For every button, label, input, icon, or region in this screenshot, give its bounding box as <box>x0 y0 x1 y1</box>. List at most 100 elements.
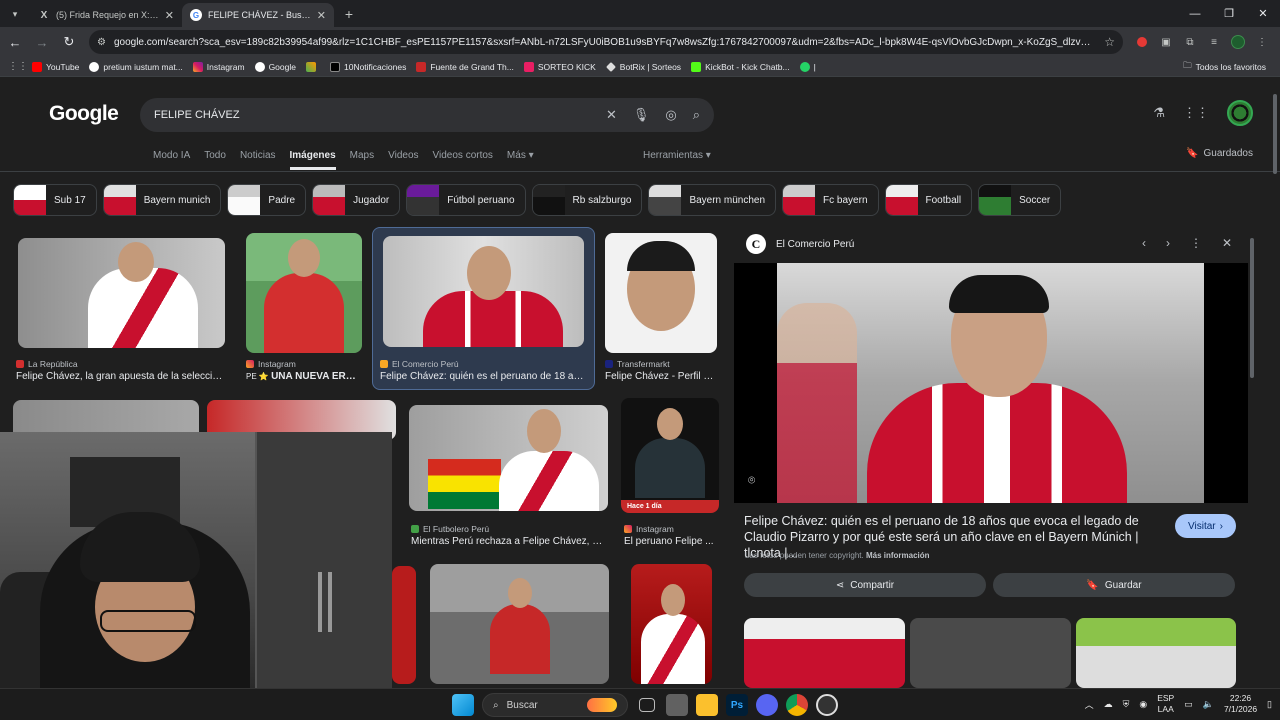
saved-link[interactable]: 🔖 Guardados <box>1186 148 1253 159</box>
bookmark-whatsapp[interactable]: | <box>799 61 816 72</box>
tab-modo-ia[interactable]: Modo IA <box>153 150 190 170</box>
chip-bayern-munchen[interactable]: Bayern münchen <box>648 184 777 216</box>
profile-avatar[interactable] <box>1231 35 1245 49</box>
lens-icon[interactable]: ◎ <box>665 107 676 123</box>
tab-videos-cortos[interactable]: Videos cortos <box>433 150 493 170</box>
back-arrow-icon[interactable]: ← <box>3 30 27 54</box>
tab-noticias[interactable]: Noticias <box>240 150 276 170</box>
bookmark-10notificaciones[interactable]: 10Notificaciones <box>329 61 406 72</box>
result-caption[interactable]: Felipe Chávez - Perfil d... <box>605 371 717 382</box>
panel-source[interactable]: C El Comercio Perú <box>746 234 854 254</box>
chip-sub-17[interactable]: Sub 17 <box>13 184 97 216</box>
task-view-icon[interactable] <box>639 698 655 712</box>
bookmark-sorteo-kick[interactable]: SORTEO KICK <box>523 61 596 72</box>
result-image-transfermarkt[interactable] <box>605 233 717 353</box>
url-text[interactable]: google.com/search?sca_esv=189c82b39954af… <box>114 37 1096 48</box>
bookmark-instagram[interactable]: Instagram <box>192 61 245 72</box>
network-tray-icon[interactable]: ◉ <box>1139 699 1147 710</box>
chrome-menu-icon[interactable]: ⋮ <box>1255 35 1269 49</box>
more-options-icon[interactable]: ⋮ <box>1190 236 1202 250</box>
labs-flask-icon[interactable]: ⚗ <box>1153 105 1165 121</box>
chip-padre[interactable]: Padre <box>227 184 307 216</box>
search-box[interactable]: FELIPE CHÁVEZ ✕ 🎙 ◎ ⌕ <box>140 98 714 132</box>
result-caption[interactable]: Felipe Chávez, la gran apuesta de la sel… <box>16 371 226 382</box>
result-image-la-republica[interactable] <box>18 238 225 348</box>
file-explorer-icon[interactable] <box>696 694 718 716</box>
photoshop-icon[interactable]: Ps <box>726 694 748 716</box>
bookmark-kickbot[interactable]: KickBot - Kick Chatb... <box>691 61 790 72</box>
app-icon[interactable] <box>666 694 688 716</box>
search-icon[interactable]: ⌕ <box>693 107 700 123</box>
preview-image[interactable]: ⌾ <box>734 263 1248 503</box>
new-tab-button[interactable]: + <box>338 3 360 25</box>
bookmark-botrix[interactable]: BotRix | Sorteos <box>605 62 681 72</box>
reload-icon[interactable]: ↻ <box>57 30 81 54</box>
record-extension-icon[interactable] <box>1135 35 1149 49</box>
bookmark-star-icon[interactable]: ☆ <box>1104 35 1115 49</box>
obs-icon[interactable] <box>816 694 838 716</box>
notifications-icon[interactable]: ▯ <box>1267 699 1272 710</box>
share-button[interactable]: ⋖ Compartir <box>744 573 986 597</box>
tools-dropdown[interactable]: Herramientas ▾ <box>643 150 711 161</box>
search-input[interactable]: FELIPE CHÁVEZ <box>154 109 590 121</box>
chip-bayern-munich[interactable]: Bayern munich <box>102 184 222 216</box>
related-image[interactable] <box>1076 618 1236 688</box>
all-bookmarks[interactable]: 🗀 Todos los favoritos <box>1183 60 1266 74</box>
bookmark-youtube[interactable]: YouTube <box>32 61 79 72</box>
bookmark-pretium[interactable]: pretium iustum mat... <box>89 61 183 72</box>
microphone-icon[interactable]: 🎙 <box>633 107 650 123</box>
result-image-row3-c[interactable] <box>631 564 712 684</box>
result-caption[interactable]: El peruano Felipe ... <box>624 536 716 547</box>
apps-grid-icon[interactable]: ⋮⋮ <box>8 61 28 72</box>
close-tab-icon[interactable]: ✕ <box>317 9 326 22</box>
onedrive-icon[interactable]: ☁ <box>1104 699 1113 710</box>
related-image[interactable] <box>910 618 1071 688</box>
bookmark-unnamed[interactable] <box>305 61 320 72</box>
visit-button[interactable]: Visitar › <box>1175 514 1236 538</box>
chip-fc-bayern[interactable]: Fc bayern <box>782 184 879 216</box>
tab-todo[interactable]: Todo <box>204 150 226 170</box>
windows-start-icon[interactable] <box>452 694 474 716</box>
show-hidden-icons-icon[interactable]: ︿ <box>1085 698 1094 711</box>
result-image-el-comercio[interactable] <box>383 236 584 347</box>
chip-futbol-peruano[interactable]: Fútbol peruano <box>406 184 526 216</box>
display-icon[interactable]: ▭ <box>1184 699 1193 710</box>
extension-icon[interactable]: ▣ <box>1159 35 1173 49</box>
close-tab-icon[interactable]: ✕ <box>165 9 174 22</box>
scrollbar-thumb[interactable] <box>1273 94 1277 174</box>
tab-search-menu-icon[interactable]: ▾ <box>4 3 26 25</box>
tab-imagenes[interactable]: Imágenes <box>289 150 336 170</box>
taskbar-search[interactable]: ⌕ Buscar <box>482 693 628 717</box>
page-scrollbar[interactable] <box>1272 86 1278 686</box>
panel-scrollbar[interactable] <box>1249 228 1255 678</box>
restore-icon[interactable]: ❐ <box>1212 0 1246 27</box>
result-image-row3-b[interactable] <box>430 564 609 684</box>
chrome-icon[interactable] <box>786 694 808 716</box>
tab-maps[interactable]: Maps <box>350 150 374 170</box>
chip-rb-salzburgo[interactable]: Rb salzburgo <box>531 184 643 216</box>
result-image-row3-a[interactable] <box>392 566 416 684</box>
account-avatar[interactable] <box>1227 100 1253 126</box>
browser-tab-google[interactable]: G FELIPE CHÁVEZ - Buscar con Go ✕ <box>182 3 334 27</box>
close-icon[interactable]: ✕ <box>1222 236 1232 250</box>
security-icon[interactable]: ⛨ <box>1123 699 1130 710</box>
chip-football[interactable]: Football <box>884 184 973 216</box>
volume-icon[interactable]: 🔈 <box>1203 699 1214 710</box>
result-image-instagram[interactable] <box>246 233 362 353</box>
address-bar[interactable]: ⚙ google.com/search?sca_esv=189c82b39954… <box>89 30 1123 54</box>
result-image-el-futbolero[interactable] <box>409 405 608 511</box>
tab-mas[interactable]: Más ▾ <box>507 150 534 170</box>
chip-jugador[interactable]: Jugador <box>312 184 401 216</box>
bookmark-google[interactable]: Google <box>254 61 296 72</box>
reading-list-icon[interactable]: ≡ <box>1207 35 1221 49</box>
discord-icon[interactable] <box>756 694 778 716</box>
more-info-link[interactable]: Más información <box>866 551 930 560</box>
result-caption[interactable]: Mientras Perú rechaza a Felipe Chávez, B… <box>411 536 607 547</box>
close-window-icon[interactable]: ✕ <box>1246 0 1280 27</box>
chip-soccer[interactable]: Soccer <box>978 184 1062 216</box>
forward-arrow-icon[interactable]: → <box>30 30 54 54</box>
apps-grid-icon[interactable]: ⋮⋮ <box>1183 105 1209 121</box>
save-button[interactable]: 🔖 Guardar <box>993 573 1235 597</box>
result-caption[interactable]: PE ⭐ UNA NUEVA ERA: ... <box>246 371 362 382</box>
tab-videos[interactable]: Videos <box>388 150 418 170</box>
